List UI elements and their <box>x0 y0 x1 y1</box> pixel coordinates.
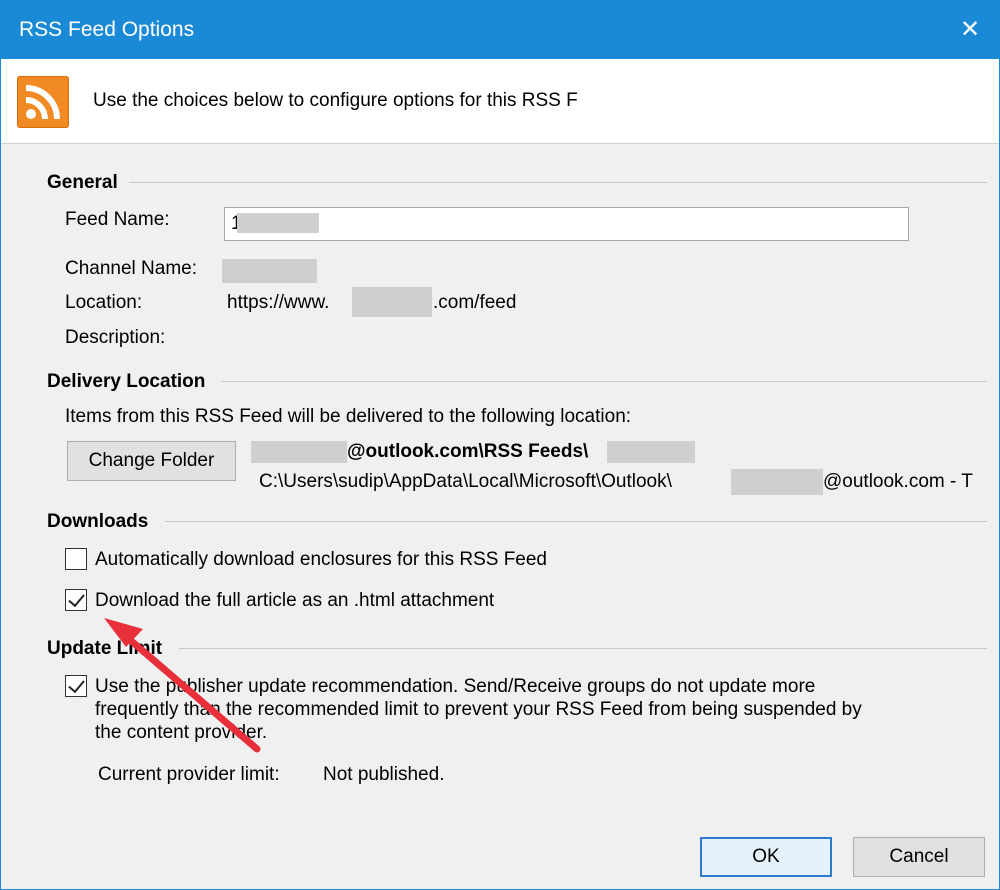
annotation-arrow-icon <box>104 618 261 753</box>
rss-feed-options-dialog: RSS Feed Options ✕ Use the choices below… <box>0 0 1000 890</box>
